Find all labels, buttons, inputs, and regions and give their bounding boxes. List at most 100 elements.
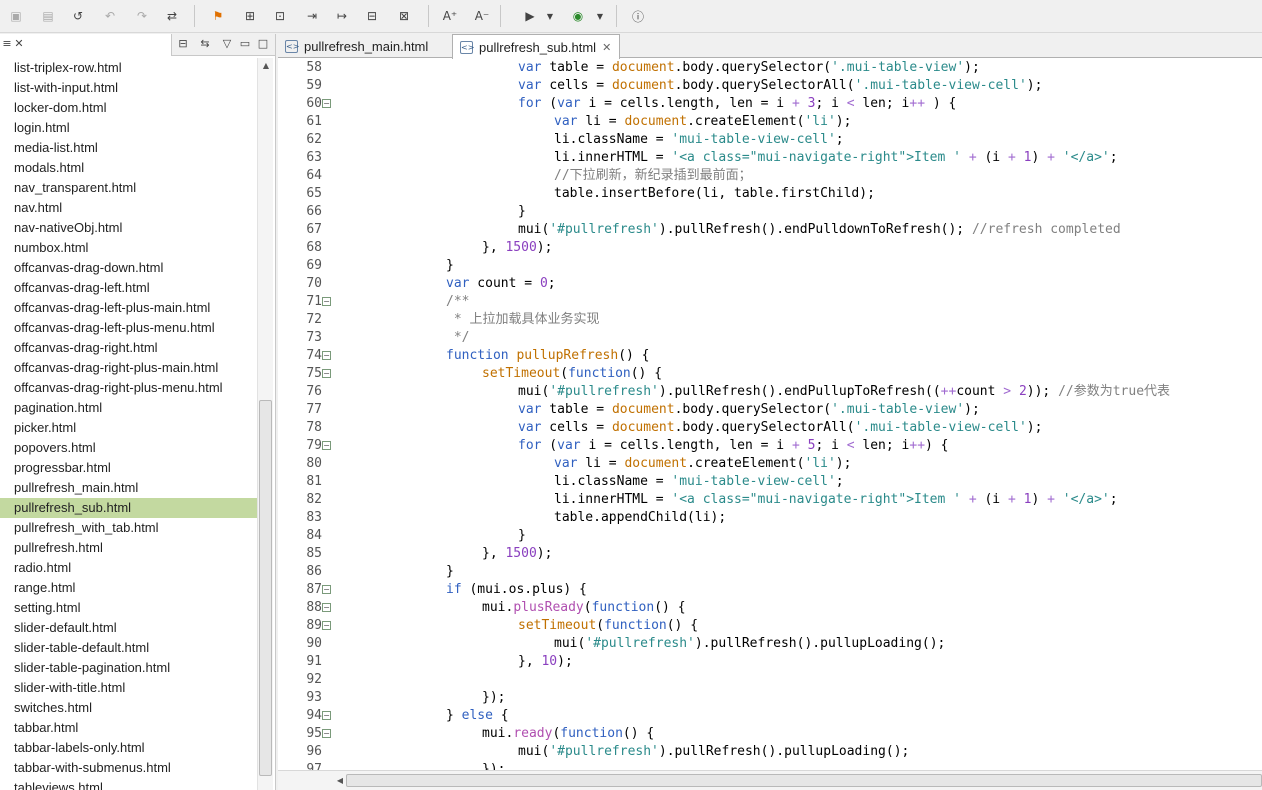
code-line: 96 mui('#pullrefresh').pullRefresh().pull… <box>278 743 1262 761</box>
browser-icon[interactable]: ◉ <box>568 7 588 25</box>
code-token: 1500 <box>505 546 537 561</box>
file-list-scrollbar[interactable]: ▲ <box>257 58 273 790</box>
file-item[interactable]: pullrefresh_with_tab.html <box>0 518 257 538</box>
link-editor-icon[interactable]: ⇆ <box>198 37 212 50</box>
dropdown-arrow-icon[interactable]: ▼ <box>594 7 606 25</box>
code-area[interactable]: 58 var table = document.body.querySelecto… <box>278 59 1262 770</box>
file-item[interactable]: tabbar.html <box>0 718 257 738</box>
format-icon[interactable]: ⇄ <box>162 7 182 25</box>
file-item[interactable]: setting.html <box>0 598 257 618</box>
code-token: '.mui-table-view' <box>831 60 965 75</box>
code-token: ); <box>1026 420 1043 435</box>
file-item[interactable]: switches.html <box>0 698 257 718</box>
fold-toggle-icon[interactable]: − <box>322 99 331 108</box>
save-icon[interactable]: ▣ <box>6 7 26 25</box>
undo-icon[interactable]: ↶ <box>100 7 120 25</box>
font-decrease-icon[interactable]: A⁻ <box>472 7 492 25</box>
file-item[interactable]: progressbar.html <box>0 458 257 478</box>
code-token: } <box>446 708 462 723</box>
file-item[interactable]: offcanvas-drag-left-plus-main.html <box>0 298 257 318</box>
file-item[interactable]: picker.html <box>0 418 257 438</box>
code-token: //参数为true代表 <box>1058 384 1171 399</box>
close-icon[interactable]: ✕ <box>12 37 26 50</box>
horizontal-scrollbar[interactable]: ◀ <box>278 770 1262 790</box>
line-number: 62 <box>306 132 322 147</box>
file-item[interactable]: slider-with-title.html <box>0 678 257 698</box>
terminal-icon[interactable]: ⊟ <box>362 7 382 25</box>
file-item[interactable]: numbox.html <box>0 238 257 258</box>
file-item[interactable]: offcanvas-drag-left.html <box>0 278 257 298</box>
save-all-icon[interactable]: ▤ <box>38 7 58 25</box>
line-number: 67 <box>306 222 322 237</box>
file-item[interactable]: locker-dom.html <box>0 98 257 118</box>
code-token: ) <box>1031 150 1048 165</box>
new-file-icon[interactable]: ⊞ <box>240 7 260 25</box>
file-item[interactable]: offcanvas-drag-right.html <box>0 338 257 358</box>
minimize-icon[interactable]: ▭ <box>238 37 252 50</box>
tab-pullrefresh-main[interactable]: <> pullrefresh_main.html <box>278 34 451 58</box>
fold-toggle-icon[interactable]: − <box>322 711 331 720</box>
file-item[interactable]: popovers.html <box>0 438 257 458</box>
fold-toggle-icon[interactable]: − <box>322 441 331 450</box>
fold-toggle-icon[interactable]: − <box>322 369 331 378</box>
file-item[interactable]: tableviews.html <box>0 778 257 790</box>
file-item[interactable]: offcanvas-drag-left-plus-menu.html <box>0 318 257 338</box>
file-item[interactable]: nav.html <box>0 198 257 218</box>
font-increase-icon[interactable]: A⁺ <box>440 7 460 25</box>
file-item[interactable]: pullrefresh.html <box>0 538 257 558</box>
file-item[interactable]: list-with-input.html <box>0 78 257 98</box>
run-icon[interactable]: ▶ <box>520 7 540 25</box>
file-item[interactable]: slider-table-pagination.html <box>0 658 257 678</box>
dropdown-arrow-icon[interactable]: ▼ <box>544 7 556 25</box>
file-item[interactable]: range.html <box>0 578 257 598</box>
code-token: len; i <box>854 438 910 453</box>
maximize-icon[interactable]: □ <box>256 37 270 50</box>
scroll-up-icon[interactable]: ▲ <box>258 58 274 74</box>
disabled-icon[interactable]: ⊠ <box>394 7 414 25</box>
revert-icon[interactable]: ↺ <box>68 7 88 25</box>
close-tab-icon[interactable]: ✕ <box>602 41 611 54</box>
file-item[interactable]: radio.html <box>0 558 257 578</box>
horizontal-scrollbar-thumb[interactable] <box>346 774 1262 787</box>
code-line: 85}, 1500); <box>278 545 1262 563</box>
step-in-icon[interactable]: ⇥ <box>302 7 322 25</box>
file-item[interactable]: media-list.html <box>0 138 257 158</box>
file-item[interactable]: list-triplex-row.html <box>0 58 257 78</box>
file-item[interactable]: login.html <box>0 118 257 138</box>
code-text: /** <box>446 293 469 311</box>
file-item[interactable]: pullrefresh_sub.html <box>0 498 257 518</box>
file-item[interactable]: slider-default.html <box>0 618 257 638</box>
file-item[interactable]: offcanvas-drag-right-plus-main.html <box>0 358 257 378</box>
info-icon[interactable]: ⓘ <box>628 7 648 25</box>
redo-icon[interactable]: ↷ <box>132 7 152 25</box>
file-item[interactable]: tabbar-labels-only.html <box>0 738 257 758</box>
fold-toggle-icon[interactable]: − <box>322 603 331 612</box>
file-list: list-triplex-row.html list-with-input.htm… <box>0 58 257 790</box>
explorer-tab[interactable]: ≡ ✕ <box>0 34 172 56</box>
export-icon[interactable]: ⊡ <box>270 7 290 25</box>
file-item[interactable]: pullrefresh_main.html <box>0 478 257 498</box>
fold-toggle-icon[interactable]: − <box>322 351 331 360</box>
file-item[interactable]: nav_transparent.html <box>0 178 257 198</box>
fold-toggle-icon[interactable]: − <box>322 621 331 630</box>
tab-pullrefresh-sub[interactable]: <> pullrefresh_sub.html ✕ <box>452 34 620 59</box>
file-item[interactable]: offcanvas-drag-down.html <box>0 258 257 278</box>
fold-toggle-icon[interactable]: − <box>322 297 331 306</box>
line-number: 92 <box>306 672 322 687</box>
file-item[interactable]: pagination.html <box>0 398 257 418</box>
code-text: mui('#pullrefresh').pullRefresh().endPul… <box>518 383 1170 401</box>
bookmark-icon[interactable]: ⚑ <box>208 7 228 25</box>
file-item[interactable]: nav-nativeObj.html <box>0 218 257 238</box>
file-item[interactable]: offcanvas-drag-right-plus-menu.html <box>0 378 257 398</box>
code-token: + <box>968 492 977 507</box>
file-item[interactable]: modals.html <box>0 158 257 178</box>
scrollbar-thumb[interactable] <box>259 400 272 776</box>
fold-toggle-icon[interactable]: − <box>322 585 331 594</box>
file-item[interactable]: slider-table-default.html <box>0 638 257 658</box>
code-token: ( <box>541 438 558 453</box>
view-menu-icon[interactable]: ▽ <box>220 37 234 50</box>
fold-toggle-icon[interactable]: − <box>322 729 331 738</box>
step-out-icon[interactable]: ↦ <box>332 7 352 25</box>
file-item[interactable]: tabbar-with-submenus.html <box>0 758 257 778</box>
collapse-all-icon[interactable]: ⊟ <box>176 37 190 50</box>
